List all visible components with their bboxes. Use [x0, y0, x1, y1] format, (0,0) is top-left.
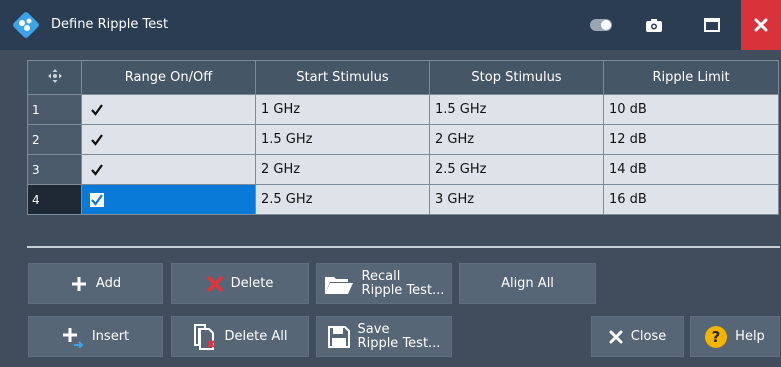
range-on-cell-selected[interactable]	[81, 184, 256, 215]
recall-label-line2: Ripple Test...	[361, 282, 445, 298]
separator	[27, 246, 780, 248]
start-stimulus-cell[interactable]: 2.5 GHz	[255, 184, 430, 215]
row-number[interactable]: 3	[27, 154, 82, 185]
save-icon	[327, 325, 350, 348]
insert-icon	[62, 327, 84, 348]
column-header-range-on-off[interactable]: Range On/Off	[81, 60, 256, 95]
screenshot-button[interactable]	[642, 13, 666, 37]
help-button[interactable]: ? Help	[690, 316, 780, 357]
toggle-button[interactable]	[589, 13, 613, 37]
ripple-limit-cell[interactable]: 12 dB	[603, 124, 779, 155]
align-all-button[interactable]: Align All	[459, 263, 596, 304]
close-button[interactable]: Close	[591, 316, 684, 357]
help-icon: ?	[705, 325, 728, 348]
table-corner[interactable]	[27, 60, 82, 95]
stop-stimulus-cell[interactable]: 2.5 GHz	[429, 154, 604, 185]
range-on-cell[interactable]	[81, 124, 256, 155]
stop-stimulus-cell[interactable]: 2 GHz	[429, 124, 604, 155]
start-stimulus-cell[interactable]: 2 GHz	[255, 154, 430, 185]
row-number[interactable]: 1	[27, 94, 82, 125]
column-header-stop-stimulus[interactable]: Stop Stimulus	[429, 60, 604, 95]
title-bar: Define Ripple Test	[0, 0, 781, 50]
start-stimulus-cell[interactable]: 1 GHz	[255, 94, 430, 125]
table-row: 3 2 GHz 2.5 GHz 14 dB	[27, 154, 779, 185]
table-row: 1 1 GHz 1.5 GHz 10 dB	[27, 94, 779, 125]
align-all-label: Align All	[501, 276, 554, 291]
start-stimulus-cell[interactable]: 1.5 GHz	[255, 124, 430, 155]
open-folder-icon	[324, 276, 353, 294]
recall-label-line1: Recall	[361, 268, 401, 284]
maximize-icon	[704, 18, 720, 32]
column-header-start-stimulus[interactable]: Start Stimulus	[255, 60, 430, 95]
delete-all-button[interactable]: Delete All	[171, 316, 309, 357]
column-header-ripple-limit[interactable]: Ripple Limit	[603, 60, 779, 95]
save-label-line1: Save	[357, 321, 390, 337]
check-icon[interactable]	[90, 133, 104, 147]
delete-button[interactable]: Delete	[171, 263, 309, 304]
table-row: 2 1.5 GHz 2 GHz 12 dB	[27, 124, 779, 155]
range-on-cell[interactable]	[81, 154, 256, 185]
check-icon[interactable]	[90, 163, 104, 177]
help-button-label: Help	[735, 329, 765, 344]
add-button-label: Add	[95, 276, 122, 291]
ripple-test-table: Range On/Off Start Stimulus Stop Stimulu…	[27, 60, 780, 237]
check-icon[interactable]	[90, 103, 104, 117]
range-on-cell[interactable]	[81, 94, 256, 125]
ripple-limit-cell[interactable]: 14 dB	[603, 154, 779, 185]
toggle-icon	[590, 19, 612, 31]
stop-stimulus-cell[interactable]: 1.5 GHz	[429, 94, 604, 125]
delete-all-label: Delete All	[224, 329, 288, 344]
insert-button[interactable]: Insert	[28, 316, 163, 357]
define-ripple-test-dialog: Define Ripple Test Range On/Off Start St…	[0, 0, 781, 367]
save-ripple-test-button[interactable]: Save Ripple Test...	[316, 316, 452, 357]
camera-icon	[646, 18, 662, 32]
close-icon	[754, 18, 768, 32]
move-icon	[47, 68, 62, 83]
delete-button-label: Delete	[230, 276, 274, 291]
delete-all-icon	[193, 323, 215, 350]
window-close-button[interactable]	[741, 0, 781, 50]
save-label-line2: Ripple Test...	[357, 335, 441, 351]
row-number[interactable]: 4	[27, 184, 82, 215]
close-x-icon	[609, 330, 623, 343]
add-button[interactable]: Add	[28, 263, 163, 304]
ripple-limit-cell[interactable]: 10 dB	[603, 94, 779, 125]
window-title: Define Ripple Test	[51, 17, 169, 32]
ripple-limit-cell[interactable]: 16 dB	[603, 184, 779, 215]
recall-ripple-test-button[interactable]: Recall Ripple Test...	[316, 263, 452, 304]
stop-stimulus-cell[interactable]: 3 GHz	[429, 184, 604, 215]
insert-button-label: Insert	[91, 329, 130, 344]
maximize-button[interactable]	[700, 13, 724, 37]
check-icon[interactable]	[90, 192, 104, 207]
plus-icon	[71, 276, 86, 291]
row-number[interactable]: 2	[27, 124, 82, 155]
svg-text:?: ?	[712, 328, 721, 346]
close-button-label: Close	[630, 329, 667, 344]
delete-x-icon	[206, 275, 223, 292]
table-row: 4 2.5 GHz 3 GHz 16 dB	[27, 184, 779, 215]
app-logo-icon	[13, 12, 39, 38]
